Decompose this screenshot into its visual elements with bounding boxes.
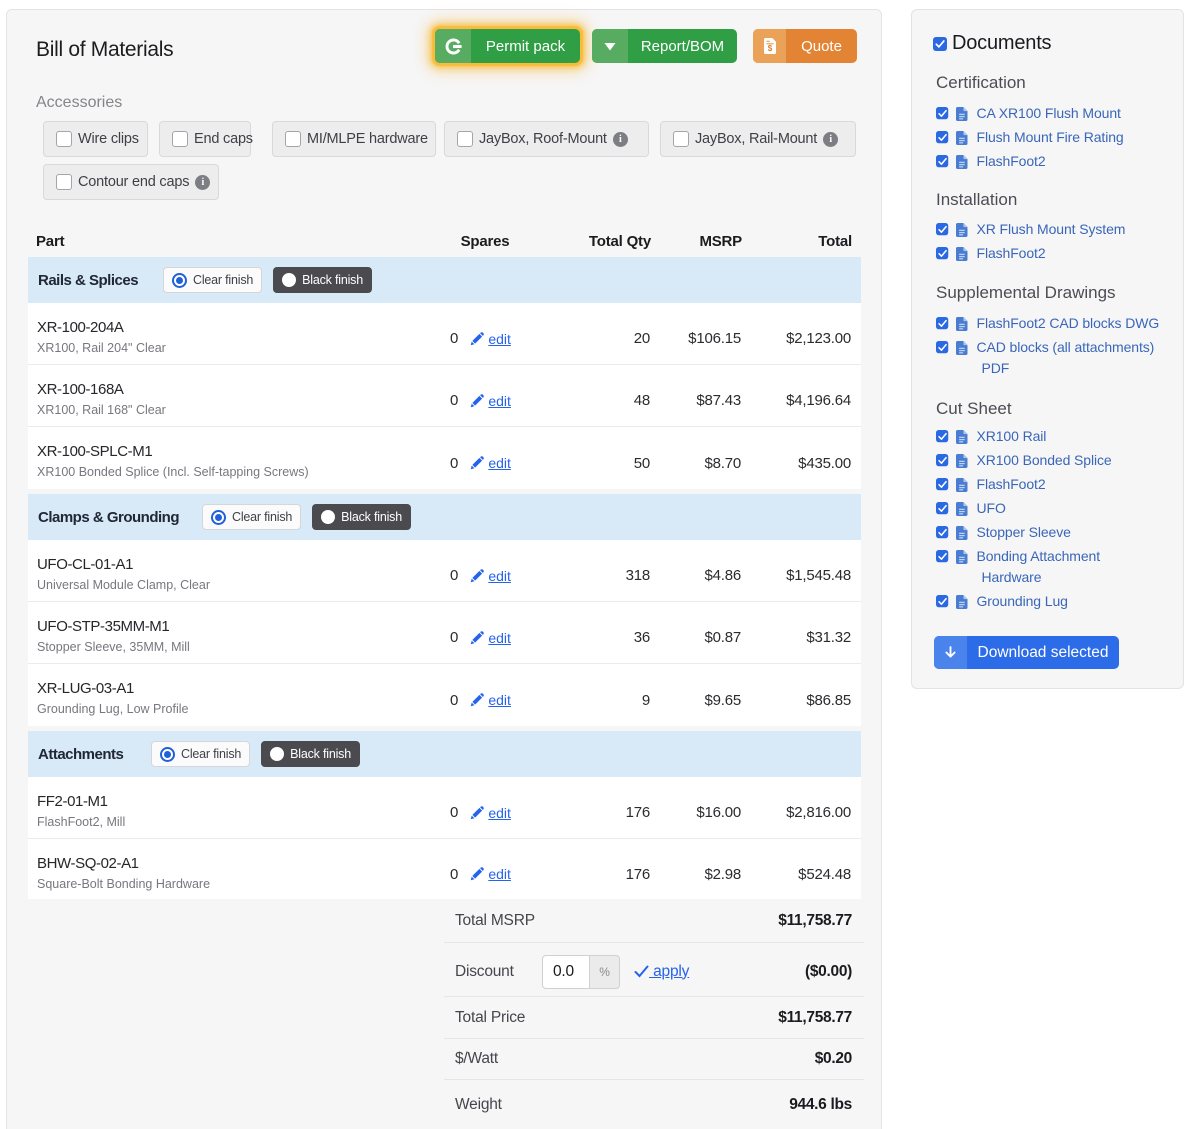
svg-text:$: $: [767, 44, 772, 53]
